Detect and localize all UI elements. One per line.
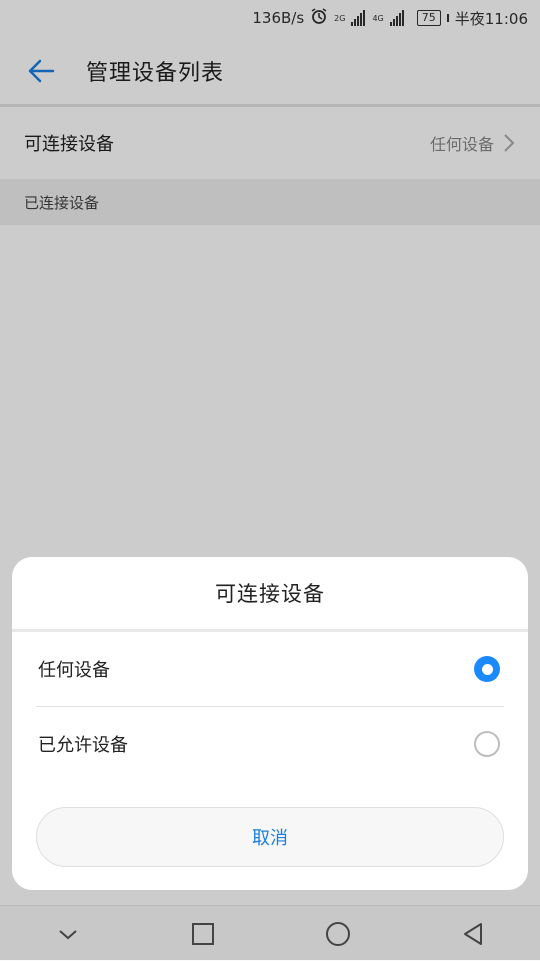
connectable-devices-dialog: 可连接设备 任何设备 已允许设备 取消 — [12, 557, 528, 890]
radio-selected-icon[interactable] — [474, 656, 500, 682]
option-allowed-devices[interactable]: 已允许设备 — [12, 707, 528, 781]
dialog-title: 可连接设备 — [215, 582, 325, 606]
option-any-device-label: 任何设备 — [38, 660, 110, 681]
radio-unselected-icon[interactable] — [474, 731, 500, 757]
option-allowed-devices-label: 已允许设备 — [38, 735, 128, 756]
cancel-button[interactable]: 取消 — [36, 807, 504, 867]
option-any-device[interactable]: 任何设备 — [12, 632, 528, 706]
